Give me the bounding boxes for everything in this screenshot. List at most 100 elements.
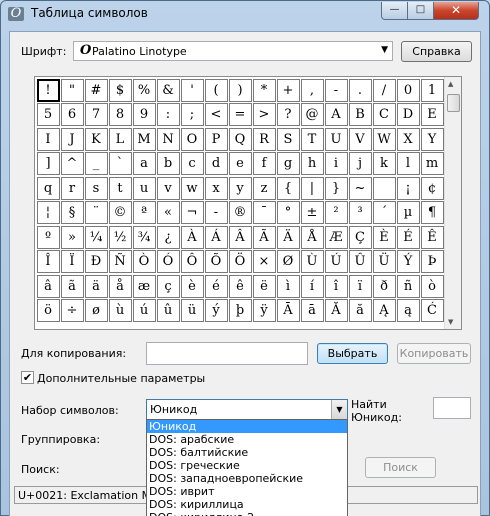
character-cell[interactable]: ÷ (60, 299, 84, 322)
character-cell[interactable]: i (324, 152, 348, 175)
character-cell[interactable]: è (180, 274, 204, 298)
charset-option[interactable]: DOS: арабские (147, 433, 347, 446)
character-cell[interactable]: Æ (324, 225, 348, 249)
character-cell[interactable]: ù (108, 299, 132, 322)
character-cell[interactable]: N (156, 127, 180, 151)
character-cell[interactable]: Å (300, 225, 324, 249)
character-cell[interactable]: ¼ (84, 225, 108, 249)
charset-select[interactable]: Юникод ▼ (146, 399, 348, 420)
copy-button[interactable]: Копировать (397, 343, 471, 364)
character-cell[interactable]: _ (84, 152, 108, 175)
character-cell[interactable]: Ò (132, 250, 156, 273)
character-cell[interactable]: í (300, 274, 324, 298)
character-cell[interactable]: / (372, 78, 396, 102)
charset-option[interactable]: DOS: кириллица 2 (147, 511, 347, 516)
character-cell[interactable]: ä (84, 274, 108, 298)
character-cell[interactable]: E (420, 103, 444, 126)
character-cell[interactable]: + (276, 78, 300, 102)
character-cell[interactable]: * (252, 78, 276, 102)
character-cell[interactable]: d (204, 152, 228, 175)
character-cell[interactable]: & (156, 78, 180, 102)
character-cell[interactable]: x (204, 176, 228, 200)
character-cell[interactable]: D (396, 103, 420, 126)
character-cell[interactable]: q (36, 176, 60, 200)
character-cell[interactable]: r (60, 176, 84, 200)
character-cell[interactable]: é (204, 274, 228, 298)
character-cell[interactable]: v (156, 176, 180, 200)
character-cell[interactable]: 6 (60, 103, 84, 126)
character-cell[interactable]: ² (324, 201, 348, 224)
character-cell[interactable]: ð (372, 274, 396, 298)
character-cell[interactable]: Ý (396, 250, 420, 273)
character-cell[interactable]: ą (396, 299, 420, 322)
character-cell[interactable]: ¦ (36, 201, 60, 224)
character-cell[interactable]: ^ (60, 152, 84, 175)
character-cell[interactable]: f (252, 152, 276, 175)
character-cell[interactable]: ½ (108, 225, 132, 249)
search-button[interactable]: Поиск (365, 457, 436, 478)
character-cell[interactable]: ì (276, 274, 300, 298)
grid-scrollbar[interactable]: ▲ ▼ (444, 77, 461, 329)
character-cell[interactable]: ® (228, 201, 252, 224)
character-cell[interactable]: ¡ (396, 176, 420, 200)
character-cell[interactable]: U (324, 127, 348, 151)
character-cell[interactable]: , (300, 78, 324, 102)
character-cell[interactable]: M (132, 127, 156, 151)
character-cell[interactable]: C (372, 103, 396, 126)
character-cell[interactable]: = (228, 103, 252, 126)
character-cell[interactable]: ¶ (420, 201, 444, 224)
character-cell[interactable]: ¢ (420, 176, 444, 200)
character-cell[interactable]: | (300, 176, 324, 200)
character-cell[interactable]: × (252, 250, 276, 273)
character-cell[interactable]: ç (156, 274, 180, 298)
character-cell[interactable]: t (108, 176, 132, 200)
character-cell[interactable]: 8 (108, 103, 132, 126)
title-bar[interactable]: O Таблица символов — □ ✕ (1, 1, 489, 27)
character-cell[interactable]: Ą (372, 299, 396, 322)
character-cell[interactable]: Ó (156, 250, 180, 273)
character-cell[interactable]: ò (420, 274, 444, 298)
advanced-checkbox-label[interactable]: Дополнительные параметры (37, 372, 205, 385)
character-cell[interactable]: R (252, 127, 276, 151)
character-cell[interactable]: Î (36, 250, 60, 273)
character-cell[interactable]: ¾ (132, 225, 156, 249)
character-cell[interactable]: # (84, 78, 108, 102)
character-cell[interactable]: À (180, 225, 204, 249)
character-cell[interactable]: % (132, 78, 156, 102)
character-cell[interactable]: h (300, 152, 324, 175)
character-cell[interactable]: 1 (420, 78, 444, 102)
character-cell[interactable]: ā (300, 299, 324, 322)
character-cell[interactable]: Q (228, 127, 252, 151)
character-cell[interactable]: ? (276, 103, 300, 126)
character-cell[interactable]: Y (420, 127, 444, 151)
character-cell[interactable]: © (108, 201, 132, 224)
character-cell[interactable]: T (300, 127, 324, 151)
character-cell[interactable]: ¬ (180, 201, 204, 224)
character-cell[interactable]: ë (252, 274, 276, 298)
character-cell[interactable]: L (108, 127, 132, 151)
character-cell[interactable]: ø (84, 299, 108, 322)
character-cell[interactable]: O (180, 127, 204, 151)
character-cell[interactable]: ; (180, 103, 204, 126)
character-cell[interactable]: ü (180, 299, 204, 322)
character-cell[interactable]: " (60, 78, 84, 102)
character-cell[interactable]: P (204, 127, 228, 151)
character-cell[interactable]: 7 (84, 103, 108, 126)
character-cell[interactable]: l (396, 152, 420, 175)
character-cell[interactable]: 5 (36, 103, 60, 126)
character-cell[interactable]: j (348, 152, 372, 175)
character-cell[interactable]: Ê (420, 225, 444, 249)
character-cell[interactable]: ] (36, 152, 60, 175)
character-cell[interactable]: ã (60, 274, 84, 298)
character-cell[interactable]: ÿ (252, 299, 276, 322)
character-cell[interactable]: § (60, 201, 84, 224)
character-cell[interactable]: ï (348, 274, 372, 298)
font-select[interactable]: O Palatino Linotype ▼ (73, 41, 393, 61)
chevron-down-icon[interactable]: ▼ (331, 400, 347, 419)
character-cell[interactable]: ` (108, 152, 132, 175)
select-button[interactable]: Выбрать (317, 343, 388, 364)
character-cell[interactable]: î (324, 274, 348, 298)
character-cell[interactable]: u (132, 176, 156, 200)
character-cell[interactable]: } (324, 176, 348, 200)
charset-option[interactable]: Юникод (147, 420, 347, 433)
